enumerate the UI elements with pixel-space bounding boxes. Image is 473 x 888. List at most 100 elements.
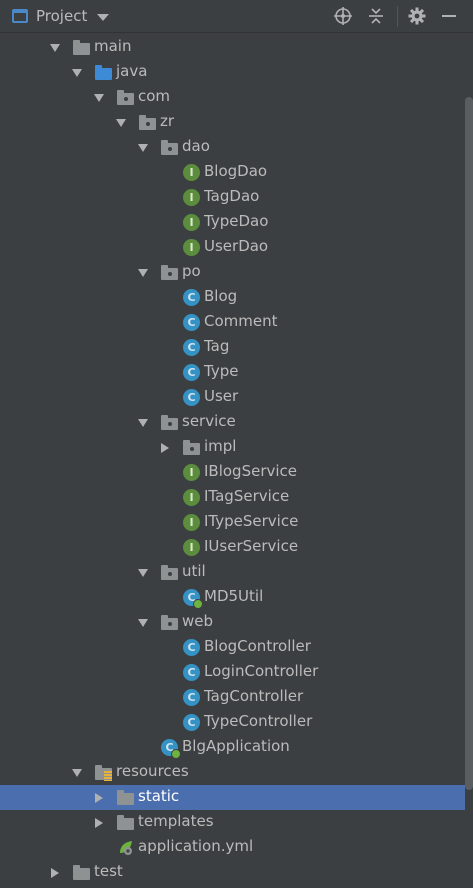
tree-node-label: IBlogService — [204, 462, 298, 480]
project-toolbar: Project — [0, 0, 473, 33]
tree-node-blog[interactable]: C Blog — [0, 285, 465, 310]
tree-node-tagdao[interactable]: I TagDao — [0, 185, 465, 210]
tree-node-label: ITypeService — [204, 512, 299, 530]
tree-node-label: impl — [204, 437, 237, 455]
tree-node-comment[interactable]: C Comment — [0, 310, 465, 335]
tree-node-label: User — [204, 387, 239, 405]
tree-node-label: BlogDao — [204, 162, 268, 180]
tree-node-label: ITagService — [204, 487, 290, 505]
tree-node-typecontroller[interactable]: C TypeController — [0, 710, 465, 735]
tree-node-label: com — [138, 87, 171, 105]
tree-node-blgapplication[interactable]: C BlgApplication — [0, 735, 465, 760]
expanded-arrow-icon[interactable] — [93, 92, 105, 104]
spring-boot-class-icon: C — [161, 739, 181, 759]
expanded-arrow-icon[interactable] — [137, 142, 149, 154]
tree-node-tag[interactable]: C Tag — [0, 335, 465, 360]
tree-node-label: zr — [160, 112, 175, 130]
tree-node-label: TypeDao — [204, 212, 269, 230]
tree-node-label: TagDao — [204, 187, 260, 205]
tree-node-label: templates — [138, 812, 214, 830]
tree-node-test[interactable]: test — [0, 860, 465, 885]
collapse-all-icon[interactable] — [366, 6, 386, 26]
collapsed-arrow-icon[interactable] — [93, 817, 105, 829]
expanded-arrow-icon[interactable] — [71, 67, 83, 79]
spring-class-icon: C — [183, 589, 203, 609]
tree-node-label: application.yml — [138, 837, 254, 855]
tree-node-blogcontroller[interactable]: C BlogController — [0, 635, 465, 660]
tree-node-label: test — [94, 862, 123, 880]
folder-icon — [117, 790, 134, 805]
tree-node-label: dao — [182, 137, 210, 155]
collapsed-arrow-icon[interactable] — [159, 442, 171, 454]
tree-node-impl[interactable]: impl — [0, 435, 465, 460]
expanded-arrow-icon[interactable] — [137, 567, 149, 579]
tree-node-java[interactable]: java — [0, 60, 465, 85]
tree-node-label: BlgApplication — [182, 737, 290, 755]
folder-icon — [117, 815, 134, 830]
tree-node-dao[interactable]: dao — [0, 135, 465, 160]
gear-icon[interactable] — [407, 6, 427, 26]
expanded-arrow-icon[interactable] — [137, 267, 149, 279]
tree-node-resources[interactable]: resources — [0, 760, 465, 785]
collapsed-arrow-icon[interactable] — [49, 867, 61, 879]
tree-node-itypeservice[interactable]: I ITypeService — [0, 510, 465, 535]
tree-node-util[interactable]: util — [0, 560, 465, 585]
resources-folder-icon — [95, 765, 112, 781]
tree-node-user[interactable]: C User — [0, 385, 465, 410]
tree-node-label: TagController — [204, 687, 304, 705]
tree-node-iuserservice[interactable]: I IUserService — [0, 535, 465, 560]
tree-node-web[interactable]: web — [0, 610, 465, 635]
folder-icon — [73, 40, 90, 55]
expanded-arrow-icon[interactable] — [137, 617, 149, 629]
tree-node-po[interactable]: po — [0, 260, 465, 285]
interface-icon: I — [183, 239, 200, 256]
tree-node-label: util — [182, 562, 206, 580]
project-tree: main java com zr dao I BlogDao I TagDao I TypeDao I… — [0, 33, 473, 888]
tree-node-application-yml[interactable]: application.yml — [0, 835, 465, 860]
tree-node-static[interactable]: static — [0, 785, 465, 810]
project-view-title: Project — [36, 7, 88, 25]
tree-node-type[interactable]: C Type — [0, 360, 465, 385]
collapsed-arrow-icon[interactable] — [93, 792, 105, 804]
package-icon — [161, 415, 178, 430]
interface-icon: I — [183, 464, 200, 481]
tree-node-label: web — [182, 612, 214, 630]
interface-icon: I — [183, 489, 200, 506]
expanded-arrow-icon[interactable] — [115, 117, 127, 129]
tree-node-tagcontroller[interactable]: C TagController — [0, 685, 465, 710]
tree-node-md5util[interactable]: C MD5Util — [0, 585, 465, 610]
tree-node-zr[interactable]: zr — [0, 110, 465, 135]
tree-node-label: IUserService — [204, 537, 299, 555]
tree-node-main[interactable]: main — [0, 35, 465, 60]
tree-node-label: service — [182, 412, 236, 430]
expanded-arrow-icon[interactable] — [49, 42, 61, 54]
tree-node-label: LoginController — [204, 662, 319, 680]
tree-node-label: MD5Util — [204, 587, 264, 605]
class-icon: C — [183, 689, 200, 706]
spring-config-icon — [117, 839, 134, 856]
package-icon — [161, 615, 178, 630]
tree-node-userdao[interactable]: I UserDao — [0, 235, 465, 260]
package-icon — [183, 440, 200, 455]
tree-node-blogdao[interactable]: I BlogDao — [0, 160, 465, 185]
scrollbar-thumb[interactable] — [465, 97, 473, 790]
interface-icon: I — [183, 539, 200, 556]
tree-node-iblogservice[interactable]: I IBlogService — [0, 460, 465, 485]
tree-node-service[interactable]: service — [0, 410, 465, 435]
tree-node-label: main — [94, 37, 132, 55]
class-icon: C — [183, 714, 200, 731]
project-view-selector[interactable]: Project — [12, 7, 110, 25]
package-icon — [139, 115, 156, 130]
expanded-arrow-icon[interactable] — [71, 767, 83, 779]
expanded-arrow-icon[interactable] — [137, 417, 149, 429]
interface-icon: I — [183, 214, 200, 231]
tree-node-label: Type — [204, 362, 239, 380]
tree-node-typedao[interactable]: I TypeDao — [0, 210, 465, 235]
tree-node-itagservice[interactable]: I ITagService — [0, 485, 465, 510]
tree-node-label: TypeController — [204, 712, 313, 730]
locate-icon[interactable] — [333, 6, 353, 26]
tree-node-com[interactable]: com — [0, 85, 465, 110]
tree-node-templates[interactable]: templates — [0, 810, 465, 835]
minimize-icon[interactable] — [439, 6, 459, 26]
tree-node-logincontroller[interactable]: C LoginController — [0, 660, 465, 685]
